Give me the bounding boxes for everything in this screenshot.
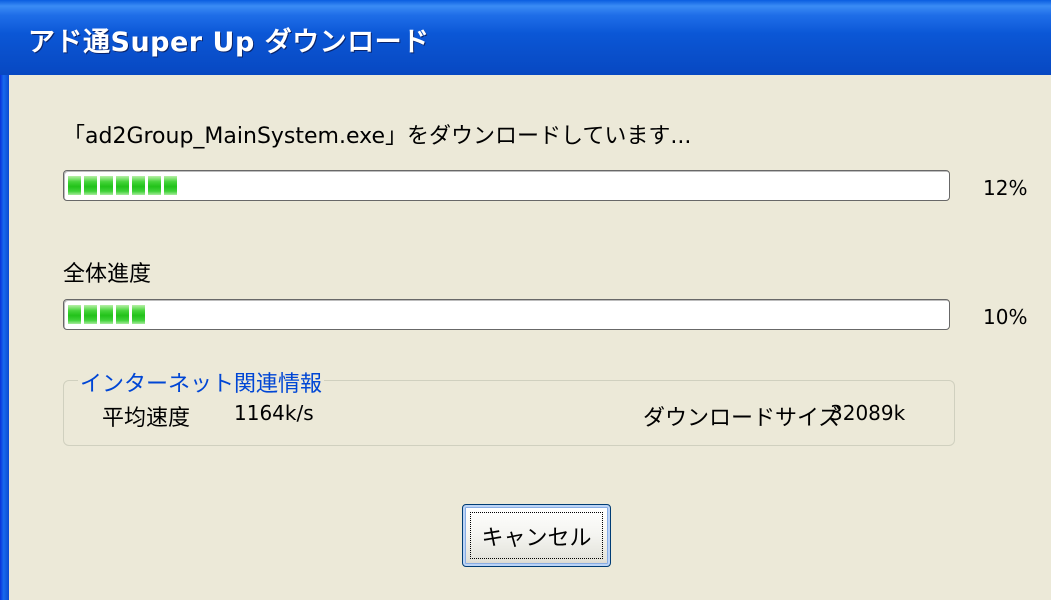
file-progress-percent: 12%	[983, 176, 1028, 200]
progress-block	[100, 305, 113, 324]
progress-block	[68, 305, 81, 324]
overall-progress-label: 全体進度	[63, 262, 152, 287]
download-size-label: ダウンロードサイズ	[643, 406, 841, 431]
window-title: アド通Super Up ダウンロード	[28, 27, 430, 58]
overall-progress-bar	[63, 299, 950, 330]
overall-progress-percent: 10%	[983, 305, 1028, 329]
avg-speed-label: 平均速度	[102, 406, 191, 431]
title-bar[interactable]: アド通Super Up ダウンロード	[0, 0, 1051, 75]
overall-progress-fill	[68, 305, 145, 324]
file-progress-fill	[68, 176, 177, 195]
progress-block	[148, 176, 161, 195]
download-size-value: 32089k	[830, 401, 906, 425]
progress-block	[132, 305, 145, 324]
progress-block	[84, 305, 97, 324]
internet-info-legend: インターネット関連情報	[78, 366, 325, 398]
cancel-button[interactable]: キャンセル	[462, 504, 611, 567]
progress-block	[116, 305, 129, 324]
file-download-status: 「ad2Group_MainSystem.exe」をダウンロードしています...	[63, 124, 692, 149]
file-progress-bar	[63, 170, 950, 201]
progress-block	[100, 176, 113, 195]
progress-block	[164, 176, 177, 195]
download-dialog: アド通Super Up ダウンロード 「ad2Group_MainSystem.…	[0, 0, 1051, 600]
progress-block	[116, 176, 129, 195]
window-left-border	[0, 75, 9, 600]
avg-speed-value: 1164k/s	[234, 401, 314, 425]
progress-block	[132, 176, 145, 195]
cancel-button-label: キャンセル	[481, 525, 592, 551]
progress-block	[84, 176, 97, 195]
progress-block	[68, 176, 81, 195]
